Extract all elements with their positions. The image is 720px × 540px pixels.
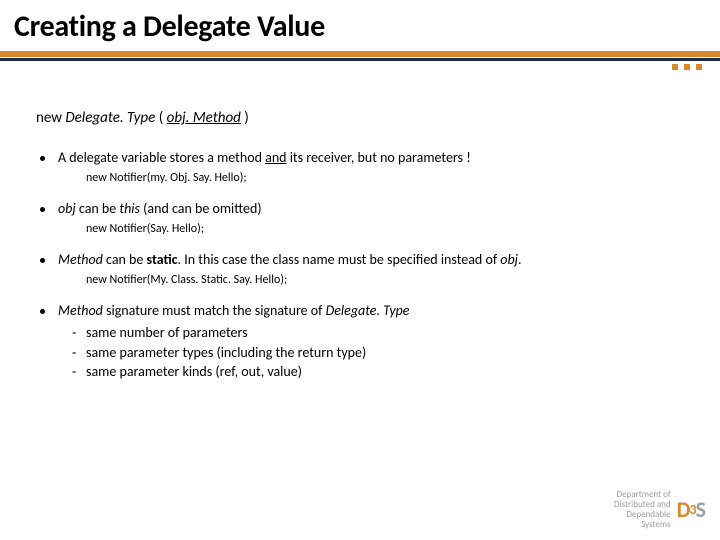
syntax-line: new Delegate. Type ( obj. Method ) <box>36 109 684 127</box>
footer-line: Systems <box>614 520 671 530</box>
bullet-item: A delegate variable stores a method and … <box>36 149 684 186</box>
code-sample: new Notifier(My. Class. Static. Say. Hel… <box>58 272 684 288</box>
bullet-italic: this <box>119 200 140 217</box>
syntax-kw-new: new <box>36 109 62 127</box>
bullet-text-prefix: A delegate variable stores a method <box>58 149 265 166</box>
bullet-item: Method signature must match the signatur… <box>36 302 684 382</box>
bullet-text: can be <box>76 200 120 217</box>
bullet-item: obj can be this (and can be omitted) new… <box>36 200 684 237</box>
bullet-text: can be <box>103 251 147 268</box>
bullet-text: . In this case the class name must be sp… <box>178 251 501 268</box>
bullet-text: . <box>518 251 522 268</box>
rule-orange <box>0 51 720 57</box>
footer-logo: D 3 S <box>677 499 706 521</box>
sublist-item: same number of parameters <box>72 323 684 343</box>
bullet-italic: obj <box>58 200 76 217</box>
sublist: same number of parameters same parameter… <box>58 323 684 382</box>
bullet-item: Method can be static. In this case the c… <box>36 251 684 288</box>
syntax-obj-method: obj. Method <box>167 109 241 127</box>
sublist-item: same parameter kinds (ref, out, value) <box>72 362 684 382</box>
bullet-bold: static <box>147 251 178 268</box>
content-area: new Delegate. Type ( obj. Method ) A del… <box>0 61 720 382</box>
bullet-italic: Delegate. Type <box>326 302 410 319</box>
sublist-item: same parameter types (including the retu… <box>72 343 684 363</box>
syntax-rparen: ) <box>244 109 249 127</box>
title-rule <box>0 51 720 61</box>
code-sample: new Notifier(my. Obj. Say. Hello); <box>58 170 684 186</box>
syntax-lparen: ( <box>159 109 164 127</box>
logo-s: S <box>696 499 706 521</box>
bullet-text: (and can be omitted) <box>140 200 262 217</box>
bullet-text: signature must match the signature of <box>103 302 326 319</box>
bullet-italic: Method <box>58 302 103 319</box>
bullet-italic: Method <box>58 251 103 268</box>
code-sample: new Notifier(Say. Hello); <box>58 221 684 237</box>
footer: Department of Distributed and Dependable… <box>614 490 706 530</box>
bullet-italic: obj <box>500 251 518 268</box>
page-title: Creating a Delegate Value <box>0 0 720 49</box>
bullet-list: A delegate variable stores a method and … <box>36 149 684 382</box>
slide: Creating a Delegate Value new Delegate. … <box>0 0 720 540</box>
logo-d: D <box>677 499 691 521</box>
bullet-text-suffix: its receiver, but no parameters ! <box>287 149 471 166</box>
bullet-text-underlined: and <box>265 149 286 166</box>
syntax-delegate-type: Delegate. Type <box>65 109 155 127</box>
footer-text: Department of Distributed and Dependable… <box>614 490 671 530</box>
decorative-dots <box>672 64 702 70</box>
